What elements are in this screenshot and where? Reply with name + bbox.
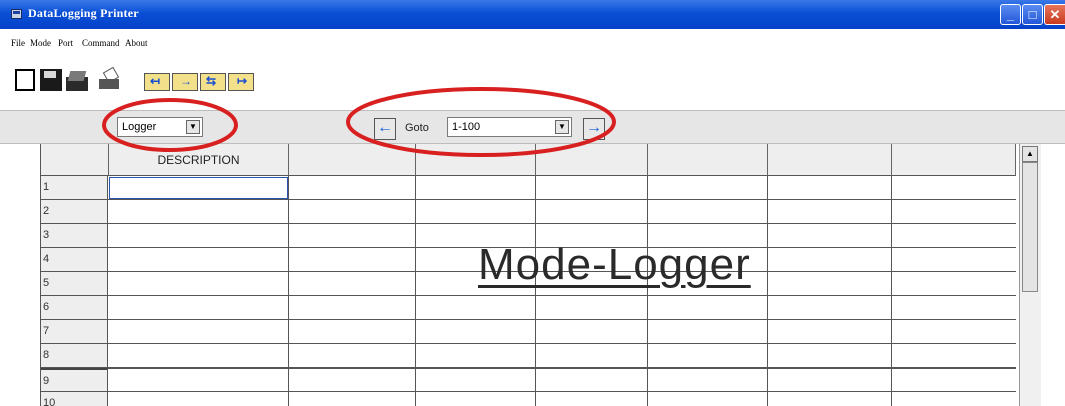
vertical-scrollbar[interactable]: ▲ — [1019, 144, 1041, 406]
grid-line — [108, 367, 1016, 369]
grid-line — [108, 391, 1016, 392]
column-header[interactable] — [416, 144, 536, 176]
column-header[interactable] — [892, 144, 1016, 176]
menu-command[interactable]: Command — [82, 38, 120, 48]
column-header[interactable] — [768, 144, 892, 176]
row-header[interactable]: 2 — [41, 200, 108, 224]
save-icon[interactable] — [40, 69, 62, 91]
menu-bar: File Mode Port Command About — [0, 29, 1065, 51]
folder-import-icon[interactable]: ⇆ — [200, 73, 226, 91]
column-header[interactable] — [289, 144, 416, 176]
title-bar: DataLogging Printer _ □ ✕ — [0, 0, 1065, 29]
grid-line — [108, 343, 1016, 344]
maximize-button[interactable]: □ — [1022, 4, 1043, 25]
grid-line — [108, 223, 1016, 224]
row-header[interactable]: 1 — [41, 176, 108, 200]
goto-range-select[interactable]: 1-100 ▼ — [447, 117, 572, 137]
menu-mode[interactable]: Mode — [30, 38, 51, 48]
grid-line — [108, 295, 1016, 296]
row-header[interactable]: 6 — [41, 296, 108, 320]
open-icon[interactable] — [66, 69, 90, 91]
mode-logger-annotation: Mode-Logger — [478, 240, 751, 289]
corner-header — [41, 144, 109, 176]
app-icon[interactable] — [11, 9, 22, 19]
folder-up-icon[interactable]: ↤ — [144, 73, 170, 91]
toolbar: ↤ → ⇆ ↦ — [0, 51, 1065, 110]
window-title: DataLogging Printer — [28, 6, 139, 20]
folder-forward-icon[interactable]: ↦ — [228, 73, 254, 91]
prev-range-button[interactable]: ← — [374, 118, 396, 140]
scroll-thumb[interactable] — [1022, 162, 1038, 292]
row-header[interactable]: 4 — [41, 248, 108, 272]
close-button[interactable]: ✕ — [1044, 4, 1065, 25]
goto-label: Goto — [405, 122, 429, 134]
grid-line — [891, 176, 892, 406]
column-header-description[interactable]: DESCRIPTION — [109, 144, 289, 176]
grid-line — [535, 176, 536, 406]
goto-range-value: 1-100 — [452, 121, 481, 133]
grid-line — [108, 319, 1016, 320]
arrow-left-icon: ← — [377, 119, 393, 136]
next-range-button[interactable]: → — [583, 118, 605, 140]
chevron-down-icon[interactable]: ▼ — [555, 120, 569, 134]
menu-port[interactable]: Port — [58, 38, 73, 48]
row-header[interactable]: 10 — [41, 392, 108, 406]
grid-line — [108, 199, 1016, 200]
menu-about[interactable]: About — [125, 38, 148, 48]
grid-line — [767, 176, 768, 406]
print-icon[interactable] — [93, 66, 123, 91]
grid-line — [647, 176, 648, 406]
folder-export-icon[interactable]: → — [172, 73, 198, 91]
row-header[interactable]: 5 — [41, 272, 108, 296]
minimize-button[interactable]: _ — [1000, 4, 1021, 25]
row-header[interactable]: 3 — [41, 224, 108, 248]
scroll-up-icon[interactable]: ▲ — [1022, 146, 1038, 162]
row-header[interactable]: 8 — [41, 344, 108, 368]
selected-cell[interactable] — [109, 177, 288, 199]
close-icon: ✕ — [1049, 7, 1061, 22]
minimize-icon: _ — [1006, 7, 1015, 22]
mode-select[interactable]: Logger ▼ — [117, 117, 203, 137]
row-header[interactable]: 7 — [41, 320, 108, 344]
column-header[interactable] — [536, 144, 648, 176]
maximize-icon: □ — [1028, 7, 1037, 22]
chevron-down-icon[interactable]: ▼ — [186, 120, 200, 134]
column-header[interactable] — [648, 144, 768, 176]
arrow-right-icon: → — [586, 119, 602, 136]
menu-file[interactable]: File — [11, 38, 25, 48]
grid-line — [415, 176, 416, 406]
grid-line — [288, 176, 289, 406]
mode-select-value: Logger — [122, 121, 157, 133]
new-icon[interactable] — [15, 69, 35, 91]
row-header[interactable]: 9 — [41, 368, 108, 392]
